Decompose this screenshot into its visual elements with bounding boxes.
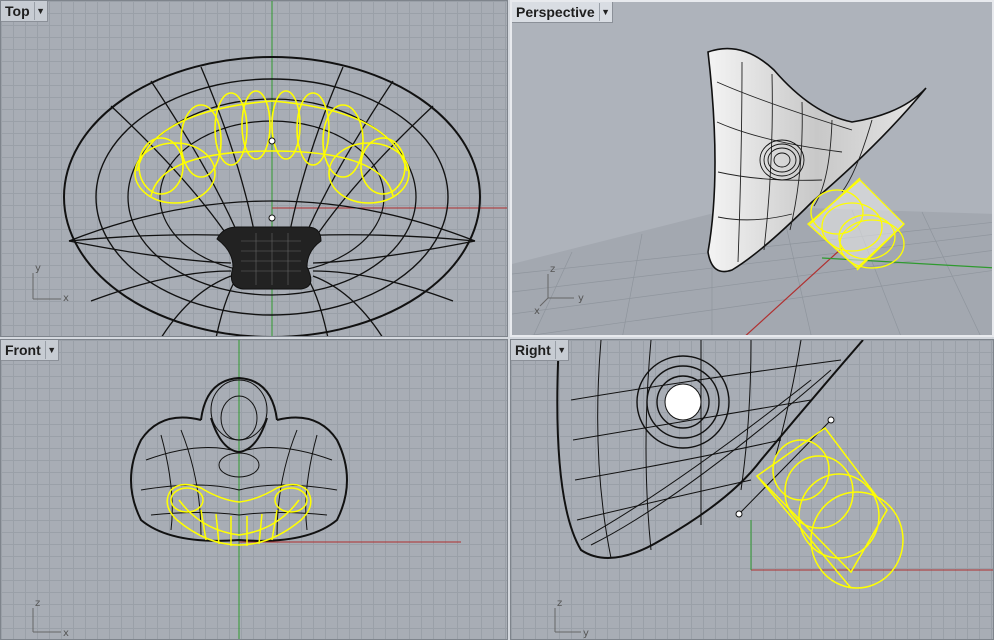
viewport-front[interactable]: Front ▼ z x bbox=[0, 339, 508, 640]
axis-label-y: y bbox=[578, 293, 584, 304]
chevron-down-icon[interactable]: ▼ bbox=[598, 3, 612, 21]
viewport-right[interactable]: Right ▼ z y bbox=[510, 339, 994, 640]
chevron-down-icon[interactable]: ▼ bbox=[44, 341, 58, 359]
front-view-drawing: z x bbox=[32, 340, 461, 639]
viewport-title-front: Front bbox=[5, 342, 41, 358]
axis-label-z: z bbox=[550, 264, 555, 275]
viewport-label-perspective[interactable]: Perspective ▼ bbox=[512, 2, 613, 23]
chevron-down-icon[interactable]: ▼ bbox=[33, 2, 47, 20]
viewport-title-top: Top bbox=[5, 3, 30, 19]
axis-label-x: x bbox=[63, 628, 69, 639]
axis-label-x: x bbox=[63, 293, 69, 304]
viewport-label-right[interactable]: Right ▼ bbox=[511, 340, 569, 361]
viewport-label-top[interactable]: Top ▼ bbox=[1, 1, 48, 22]
viewport-perspective[interactable]: Perspective ▼ z y x bbox=[510, 0, 994, 337]
perspective-view-drawing: z y x bbox=[512, 47, 992, 335]
viewport-title-right: Right bbox=[515, 342, 551, 358]
chevron-down-icon[interactable]: ▼ bbox=[554, 341, 568, 359]
viewport-top[interactable]: Top ▼ y x bbox=[0, 0, 508, 337]
top-view-drawing: y x bbox=[32, 1, 507, 336]
viewport-label-front[interactable]: Front ▼ bbox=[1, 340, 59, 361]
axis-label-z: z bbox=[35, 598, 40, 609]
right-view-drawing: z y bbox=[554, 340, 993, 639]
axis-label-y: y bbox=[35, 263, 41, 274]
axis-label-z: z bbox=[557, 598, 562, 609]
axis-label-y: y bbox=[583, 628, 589, 639]
viewport-title-perspective: Perspective bbox=[516, 4, 595, 20]
axis-label-x: x bbox=[534, 306, 540, 317]
